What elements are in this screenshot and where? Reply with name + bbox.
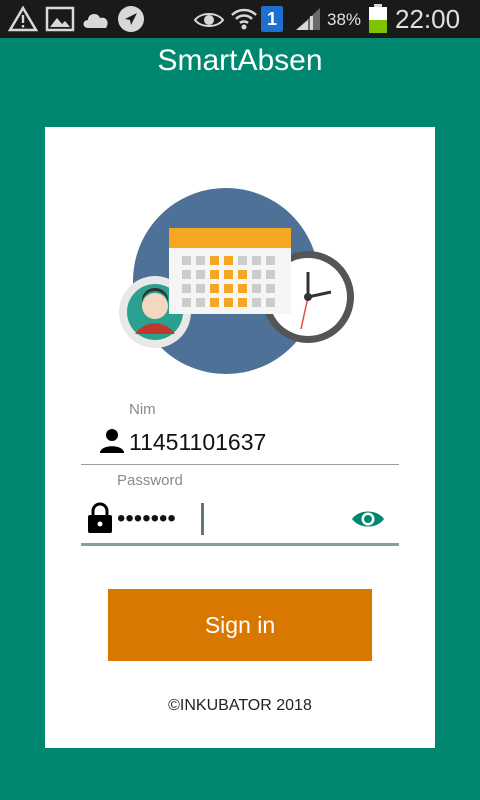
person-icon: [100, 429, 124, 453]
app-title: SmartAbsen: [157, 44, 323, 77]
eye-icon: [193, 13, 225, 27]
attendance-illustration: [119, 188, 354, 374]
image-icon: [45, 6, 75, 32]
login-card: Nim 11451101637 Password ••••••• Sign in…: [45, 127, 435, 748]
cloud-icon: [83, 14, 108, 28]
navigation-icon: [118, 6, 144, 32]
nim-label: Nim: [129, 401, 156, 418]
copyright-footer: ©INKUBATOR 2018: [168, 697, 312, 714]
nim-input-value: 11451101637: [129, 429, 267, 455]
sim-badge: 1: [266, 9, 277, 29]
password-input-value: •••••••: [117, 505, 176, 532]
lock-icon: [88, 502, 112, 533]
clock: 22:00: [395, 4, 461, 34]
wifi-icon: [231, 8, 257, 30]
status-bar: 1 38% 22:00: [0, 0, 480, 38]
battery-percent: 38%: [327, 10, 362, 29]
sim-icon: 1: [261, 6, 283, 32]
signal-icon: [296, 8, 320, 30]
sign-in-button[interactable]: Sign in: [108, 589, 372, 661]
battery-icon: [369, 4, 387, 33]
password-label: Password: [117, 472, 183, 489]
password-field[interactable]: •••••••: [81, 492, 399, 546]
visibility-eye-icon[interactable]: [351, 508, 385, 530]
text-cursor: [201, 503, 204, 535]
warning-icon: [8, 6, 38, 32]
nim-field[interactable]: 11451101637: [81, 417, 399, 465]
